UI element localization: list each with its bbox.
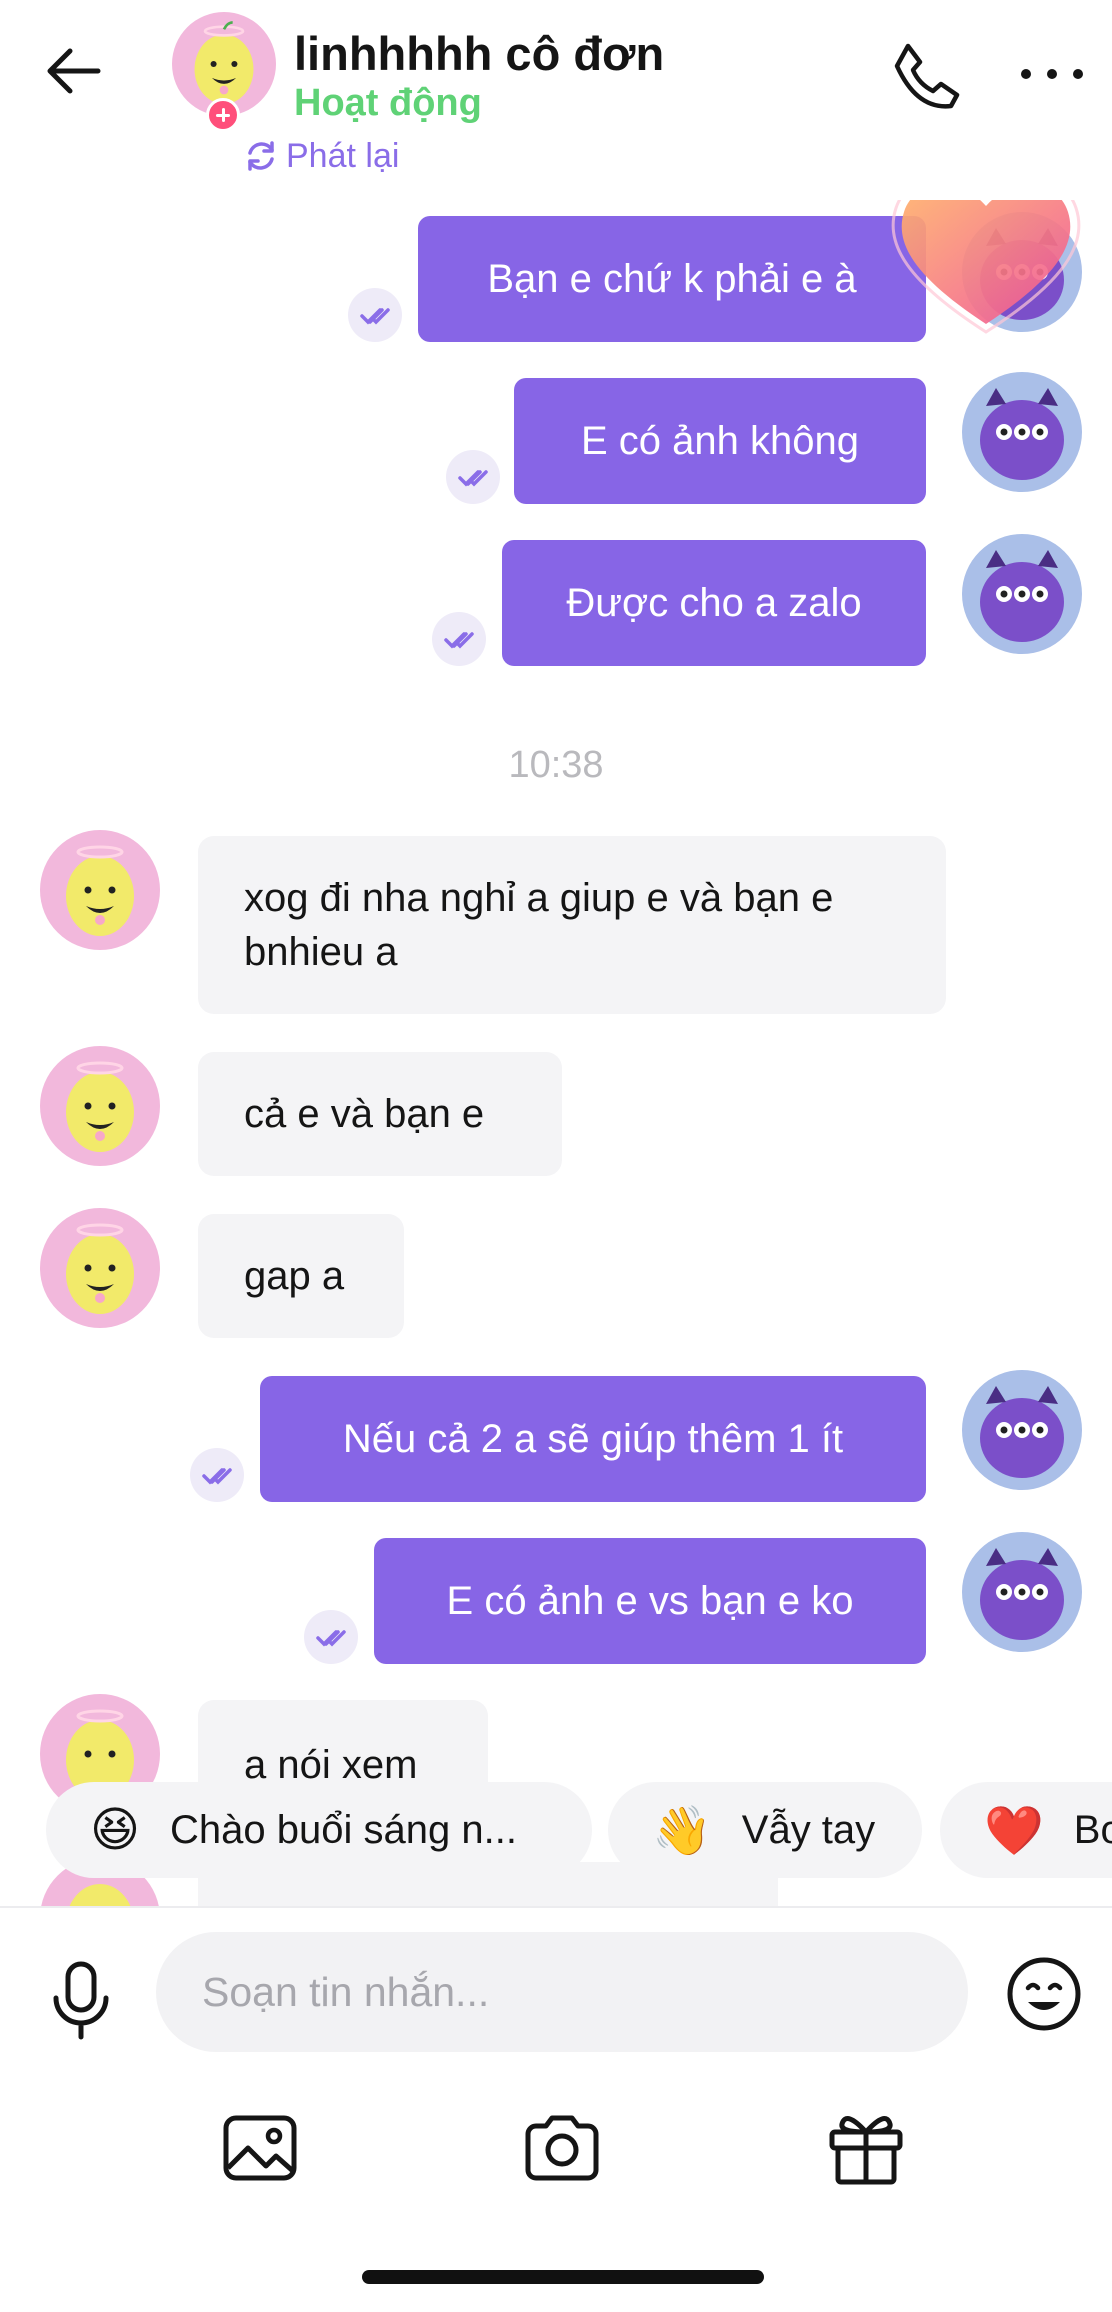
incoming-message[interactable]: cả e và bạn e: [198, 1052, 562, 1176]
replay-button[interactable]: Phát lại: [244, 134, 399, 178]
contact-avatar[interactable]: [40, 1208, 160, 1328]
image-icon[interactable]: [218, 2106, 302, 2190]
my-avatar[interactable]: [962, 1370, 1082, 1490]
message-composer: [0, 1906, 1112, 2312]
heart-emoji-icon: ❤️: [984, 1804, 1044, 1858]
add-friend-badge[interactable]: [206, 98, 240, 132]
outgoing-message[interactable]: Được cho a zalo: [502, 540, 926, 666]
my-avatar[interactable]: [962, 372, 1082, 492]
more-options-icon[interactable]: [1012, 44, 1092, 104]
read-receipt-icon: [190, 1448, 244, 1502]
phone-icon[interactable]: [886, 36, 966, 116]
replay-label: Phát lại: [286, 136, 400, 175]
quick-reply-chip[interactable]: 😆 Chào buổi sáng n...: [46, 1782, 592, 1878]
outgoing-message[interactable]: E có ảnh e vs bạn e ko: [374, 1538, 926, 1664]
quick-reply-label: Bo: [1073, 1807, 1112, 1852]
online-status: Hoạt động: [294, 82, 482, 124]
quick-reply-label: Vẫy tay: [741, 1807, 876, 1852]
quick-reply-chip[interactable]: ❤️ Bo: [940, 1782, 1112, 1878]
contact-name: linhhhhh cô đơn: [294, 27, 665, 80]
outgoing-message[interactable]: Nếu cả 2 a sẽ giúp thêm 1 ít: [260, 1376, 926, 1502]
incoming-message[interactable]: gap a: [198, 1214, 404, 1338]
incoming-message[interactable]: xog đi nha nghỉ a giup e và bạn e bnhieu…: [198, 836, 946, 1014]
back-arrow-icon[interactable]: [40, 36, 110, 106]
read-receipt-icon: [348, 288, 402, 342]
contact-avatar[interactable]: [40, 830, 160, 950]
my-avatar[interactable]: [962, 1532, 1082, 1652]
my-avatar[interactable]: [962, 534, 1082, 654]
read-receipt-icon: [304, 1610, 358, 1664]
camera-icon[interactable]: [520, 2106, 604, 2190]
read-receipt-icon: [446, 450, 500, 504]
outgoing-message[interactable]: Bạn e chứ k phải e à: [418, 216, 926, 342]
home-indicator[interactable]: [362, 2270, 764, 2284]
sun-emoji-icon: 😆: [90, 1804, 141, 1857]
gift-icon[interactable]: [824, 2106, 908, 2190]
contact-avatar[interactable]: [40, 1046, 160, 1166]
outgoing-message[interactable]: E có ảnh không: [514, 378, 926, 504]
quick-reply-label: Chào buổi sáng n...: [170, 1807, 517, 1852]
message-input[interactable]: [156, 1932, 968, 2052]
replay-icon: [248, 141, 274, 171]
microphone-icon[interactable]: [48, 1960, 114, 2040]
read-receipt-icon: [432, 612, 486, 666]
message-timestamp: 10:38: [508, 744, 604, 786]
quick-reply-chip[interactable]: 👋 Vẫy tay: [608, 1782, 922, 1878]
emoji-icon[interactable]: [1006, 1956, 1082, 2032]
wave-emoji-icon: 👋: [652, 1804, 712, 1858]
chat-header: linhhhhh cô đơn Hoạt động Phát lại: [0, 0, 1112, 200]
